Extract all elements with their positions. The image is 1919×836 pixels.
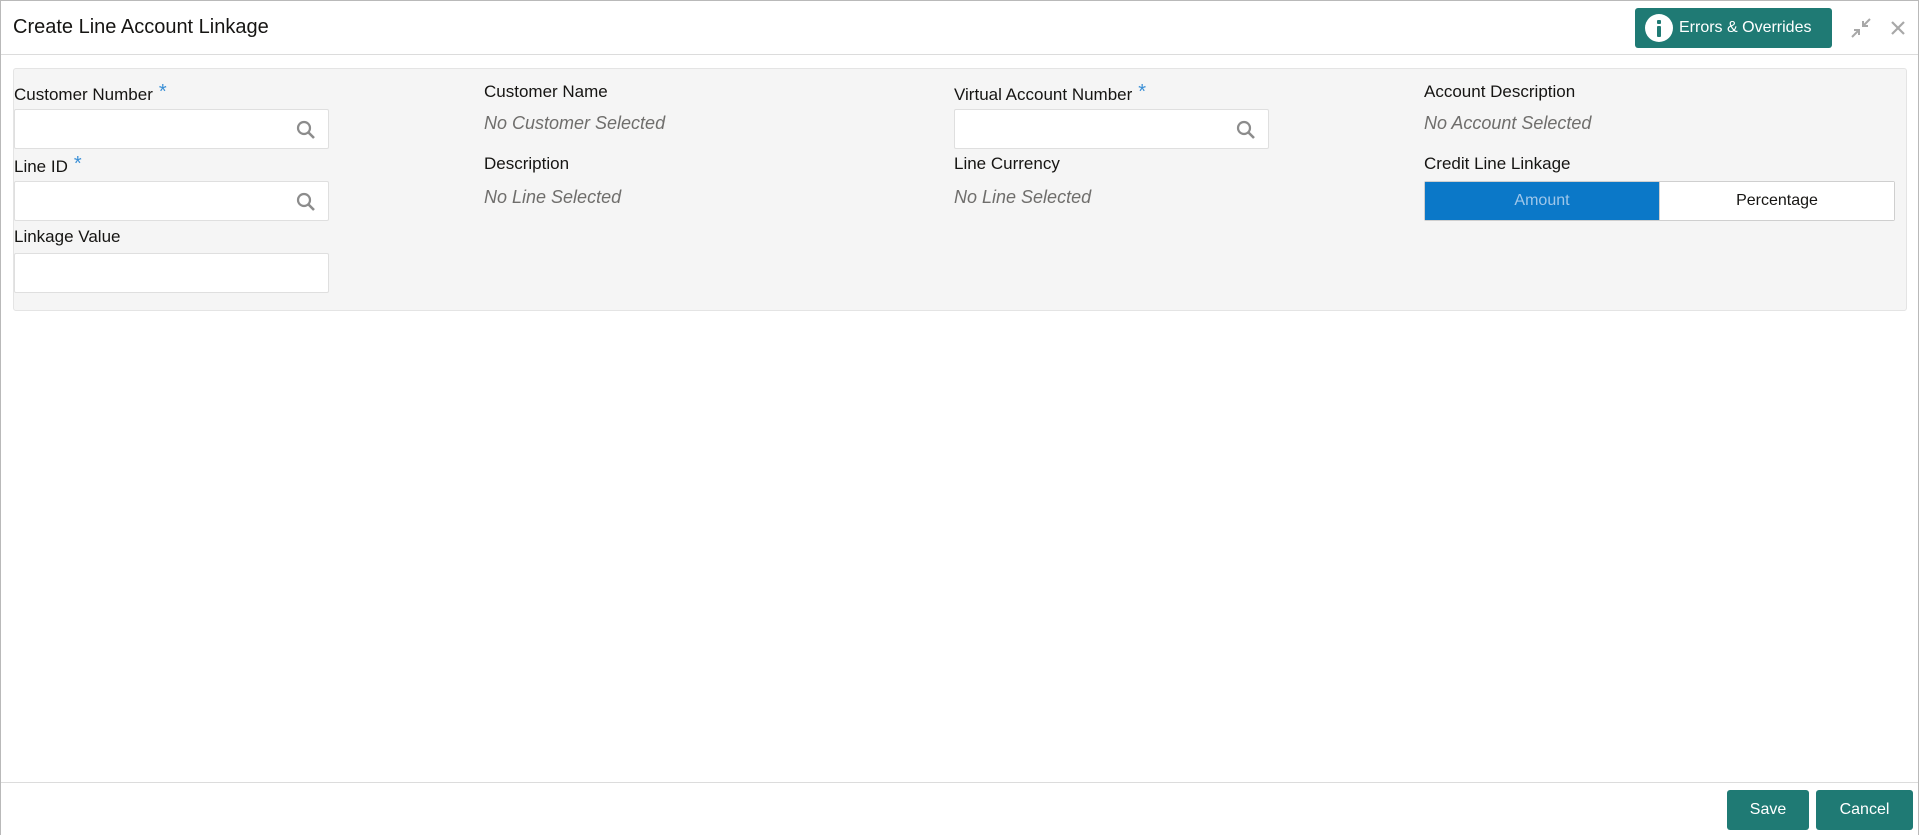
search-icon[interactable] [296, 120, 316, 140]
virtual-account-number-label: Virtual Account Number * [954, 81, 1147, 104]
line-currency-field: Line Currency No Line Selected [954, 153, 1091, 209]
required-mark: * [73, 153, 82, 175]
virtual-account-number-input-box [954, 109, 1269, 149]
virtual-account-number-input[interactable] [955, 110, 1268, 148]
search-icon[interactable] [296, 192, 316, 212]
amount-option[interactable]: Amount [1425, 182, 1659, 220]
dialog-header: Create Line Account Linkage Errors & Ove… [1, 1, 1918, 55]
errors-overrides-button[interactable]: Errors & Overrides [1635, 8, 1832, 48]
minimize-icon[interactable] [1850, 17, 1872, 39]
linkage-value-label: Linkage Value [14, 227, 121, 246]
line-currency-value: No Line Selected [954, 187, 1092, 207]
form-panel: Customer Number * Customer Name No Custom… [13, 68, 1907, 311]
linkage-value-input-box [14, 253, 329, 293]
info-icon [1645, 14, 1673, 42]
credit-line-linkage-field: Credit Line Linkage [1424, 153, 1570, 175]
close-icon[interactable] [1887, 17, 1909, 39]
line-id-label: Line ID * [14, 153, 82, 176]
errors-overrides-label: Errors & Overrides [1679, 19, 1812, 36]
line-id-input-box [14, 181, 329, 221]
account-description-field: Account Description No Account Selected [1424, 81, 1591, 135]
description-label: Description [484, 154, 570, 173]
description-value: No Line Selected [484, 187, 622, 207]
cancel-button[interactable]: Cancel [1816, 790, 1913, 830]
search-icon[interactable] [1236, 120, 1256, 140]
page-title: Create Line Account Linkage [13, 16, 269, 38]
credit-line-linkage-label: Credit Line Linkage [1424, 154, 1571, 173]
linkage-value-input[interactable] [15, 254, 328, 292]
description-field: Description No Line Selected [484, 153, 621, 209]
customer-name-label: Customer Name [484, 82, 608, 101]
customer-number-field: Customer Number * [14, 81, 167, 104]
line-id-field: Line ID * [14, 153, 82, 176]
line-id-input[interactable] [15, 182, 328, 220]
line-currency-label: Line Currency [954, 154, 1060, 173]
customer-name-value: No Customer Selected [484, 113, 666, 133]
linkage-value-field: Linkage Value [14, 226, 121, 248]
virtual-account-number-field: Virtual Account Number * [954, 81, 1147, 104]
save-button[interactable]: Save [1727, 790, 1809, 830]
customer-number-input-box [14, 109, 329, 149]
percentage-option[interactable]: Percentage [1659, 182, 1894, 220]
customer-name-field: Customer Name No Customer Selected [484, 81, 665, 135]
customer-number-input[interactable] [15, 110, 328, 148]
account-description-value: No Account Selected [1424, 113, 1592, 133]
credit-line-linkage-toggle: Amount Percentage [1424, 181, 1895, 221]
account-description-label: Account Description [1424, 82, 1576, 101]
customer-number-label: Customer Number * [14, 81, 167, 104]
required-mark: * [158, 81, 167, 103]
dialog-footer: Save Cancel [1, 782, 1918, 836]
required-mark: * [1138, 81, 1147, 103]
dialog-window: Create Line Account Linkage Errors & Ove… [0, 0, 1919, 836]
